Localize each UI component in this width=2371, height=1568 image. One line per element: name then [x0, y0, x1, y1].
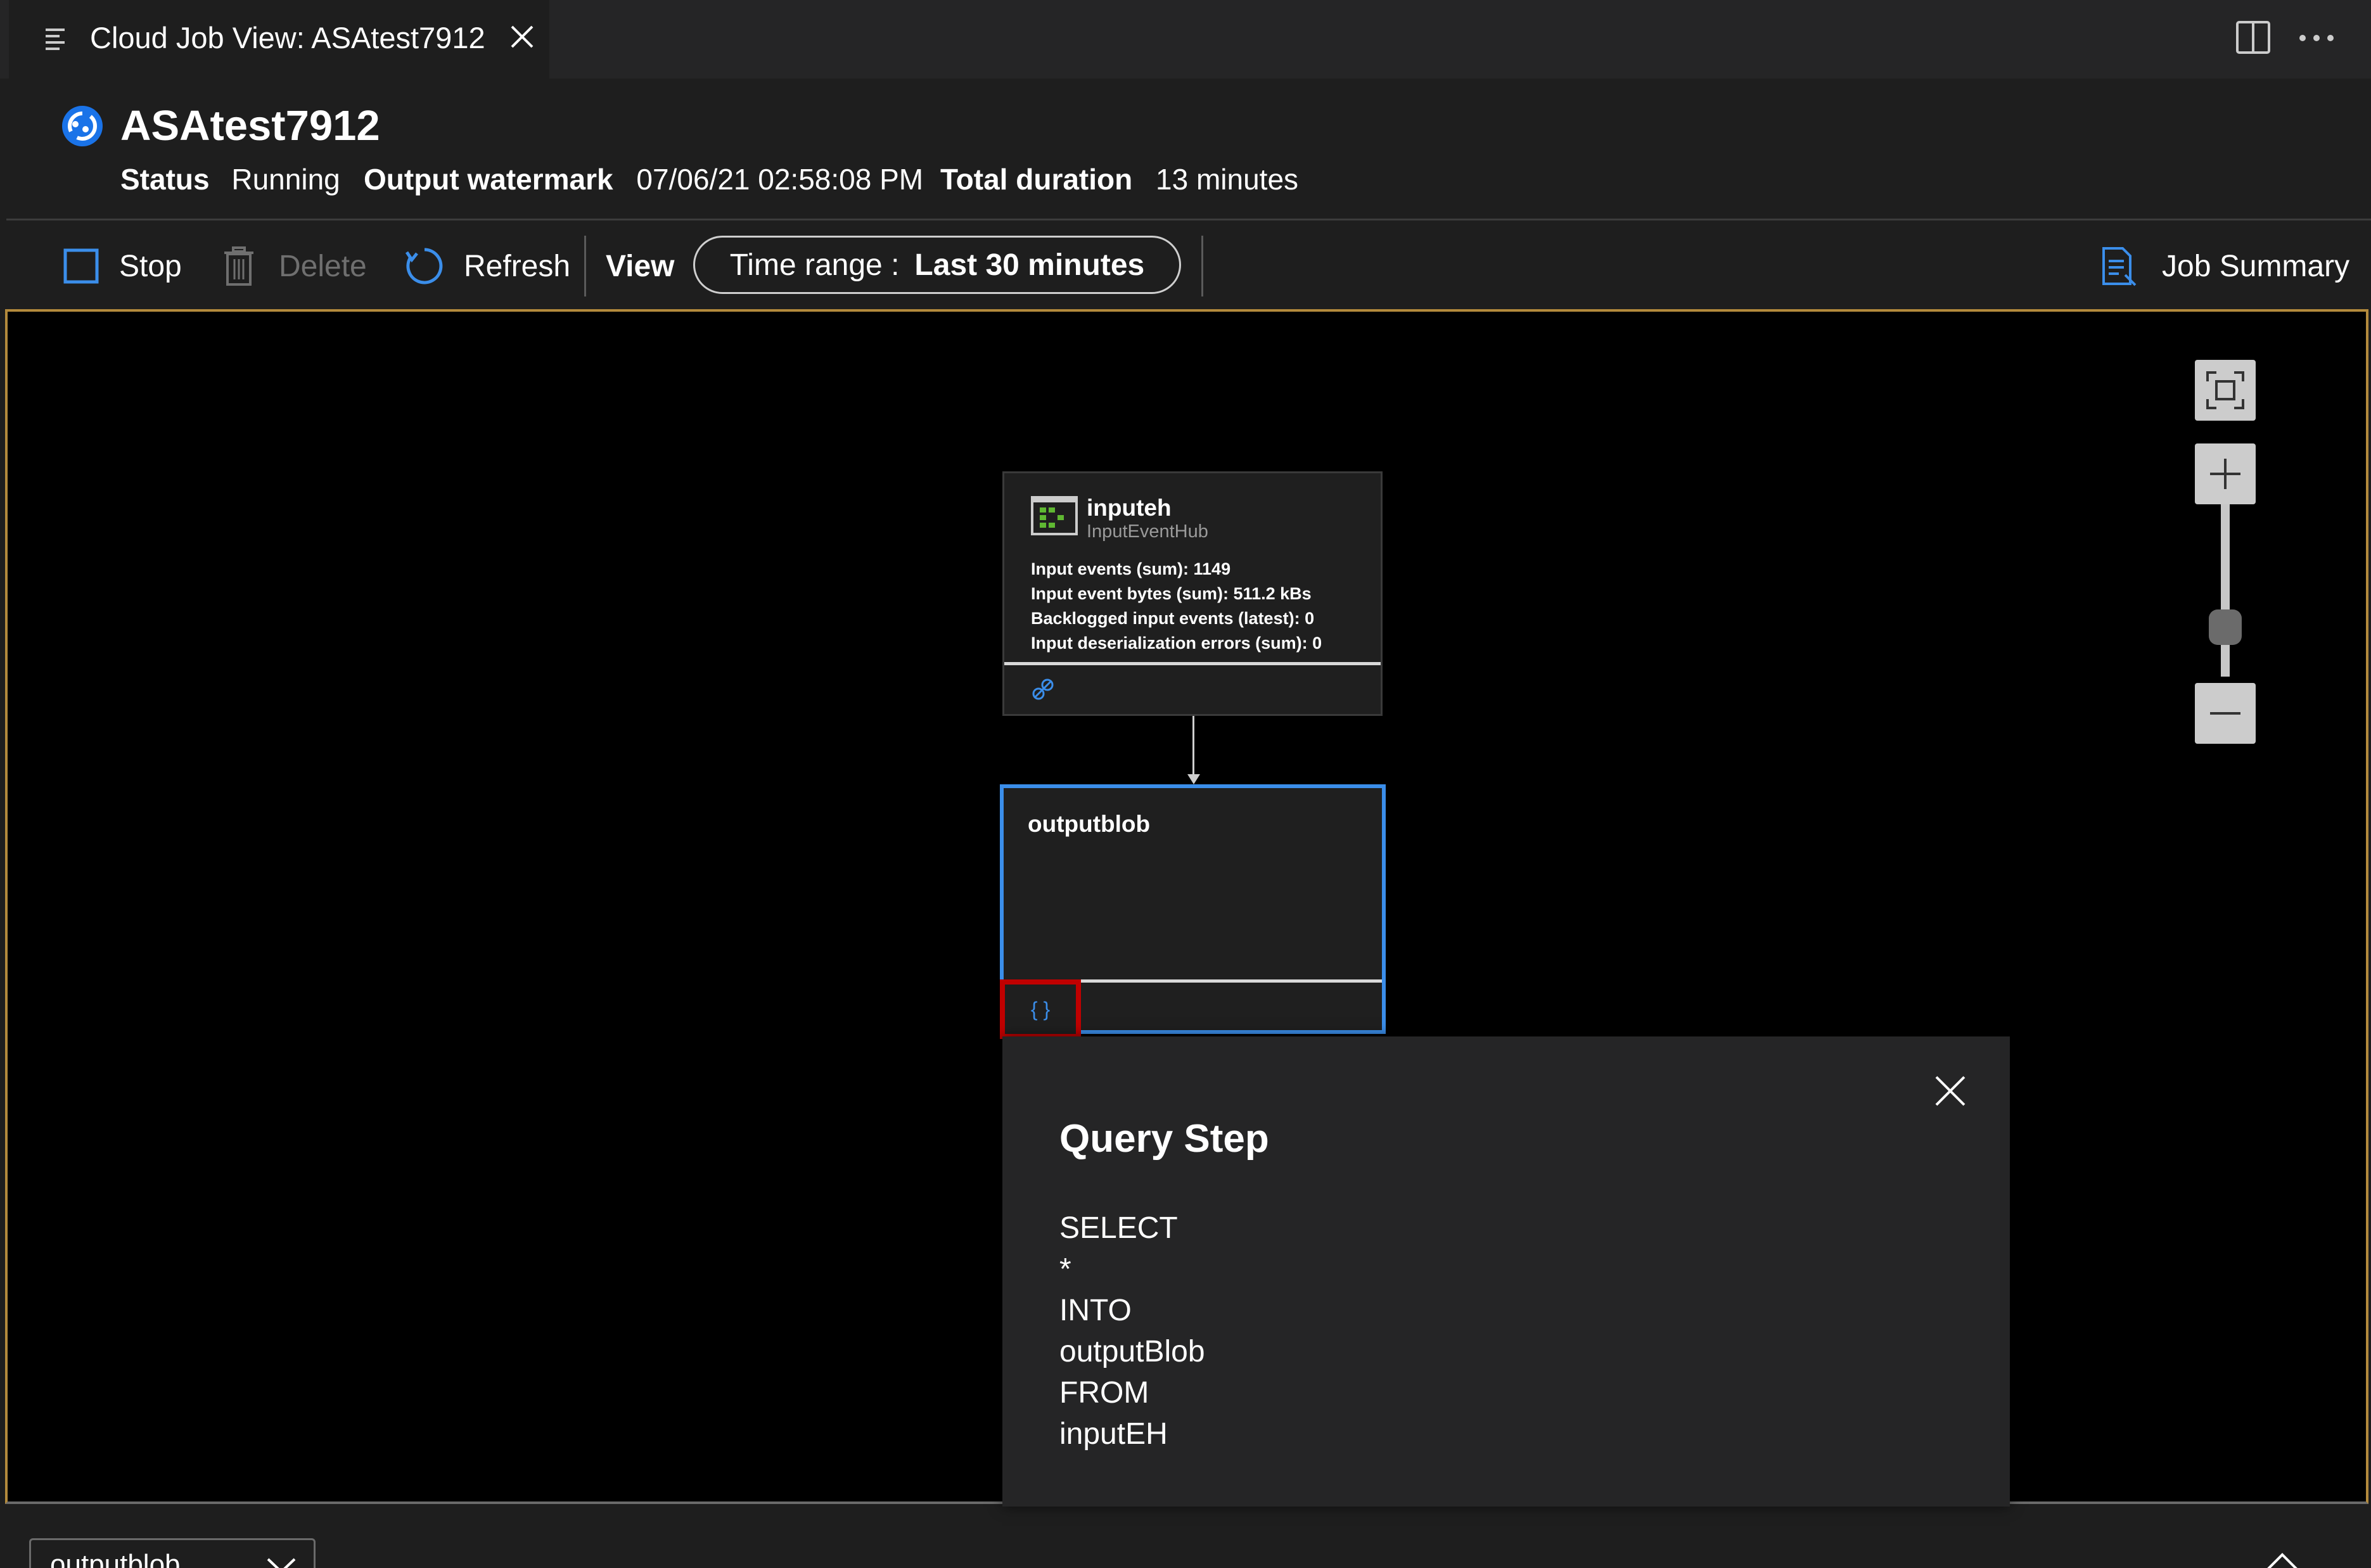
job-summary-label: Job Summary — [2162, 249, 2350, 283]
input-metric: Input events (sum): 1149 — [1031, 559, 1231, 578]
query-step-panel: Query Step SELECT * INTO outputBlob FROM… — [1002, 1036, 2010, 1507]
input-node-name: inputeh — [1087, 495, 1172, 521]
link-icon[interactable] — [1031, 677, 1055, 701]
tab-title: Cloud Job View: ASAtest7912 — [90, 21, 485, 54]
status-value: Running — [231, 163, 340, 196]
time-range-value: Last 30 minutes — [914, 248, 1145, 282]
editor-tab[interactable]: Cloud Job View: ASAtest7912 — [9, 0, 549, 79]
header-divider — [6, 219, 2371, 220]
output-watermark-label: Output watermark — [364, 163, 613, 196]
close-icon[interactable] — [1934, 1074, 1967, 1107]
query-text: SELECT * INTO outputBlob FROM inputEH — [1059, 1208, 1205, 1455]
refresh-button[interactable]: Refresh — [404, 241, 570, 291]
stream-analytics-job-icon — [62, 106, 103, 146]
trash-icon — [224, 246, 253, 286]
connector-arrow — [1187, 774, 1200, 784]
zoom-out-button[interactable] — [2195, 683, 2256, 744]
query-line: inputEH — [1059, 1417, 1168, 1451]
delete-button[interactable]: Delete — [223, 241, 367, 291]
query-line: INTO — [1059, 1294, 1132, 1327]
curly-braces-icon: { } — [1030, 997, 1051, 1021]
time-range-label: Time range : — [729, 248, 900, 282]
stop-label: Stop — [119, 249, 182, 283]
query-line: outputBlob — [1059, 1335, 1205, 1368]
stop-button[interactable]: Stop — [63, 241, 182, 291]
view-label: View — [606, 249, 675, 283]
total-duration-label: Total duration — [940, 163, 1133, 196]
output-watermark-field: Output watermark 07/06/21 02:58:08 PM — [364, 162, 923, 196]
query-step-title: Query Step — [1059, 1117, 1269, 1161]
toolbar-separator — [1201, 236, 1203, 296]
status-label: Status — [120, 163, 210, 196]
output-node-name: outputblob — [1028, 811, 1151, 837]
cloud-job-view: Cloud Job View: ASAtest7912 ASAtest7912 … — [0, 0, 2371, 1568]
fit-to-screen-button[interactable] — [2195, 360, 2256, 421]
total-duration-value: 13 minutes — [1156, 163, 1299, 196]
fit-screen-icon — [2206, 371, 2244, 409]
split-editor-icon[interactable] — [2235, 20, 2271, 54]
zoom-slider-track[interactable] — [2221, 504, 2230, 677]
chevron-down-icon — [267, 1558, 296, 1568]
connector-line — [1192, 716, 1194, 778]
zoom-slider-handle[interactable] — [2209, 609, 2242, 645]
input-node-divider — [1004, 662, 1381, 665]
node-selector-dropdown[interactable]: outputblob — [29, 1538, 316, 1568]
time-range-selector[interactable]: Time range : Last 30 minutes — [693, 236, 1181, 294]
delete-label: Delete — [279, 249, 367, 283]
node-selector-value: outputblob — [50, 1549, 181, 1568]
status-field: Status Running — [120, 162, 340, 196]
query-line: * — [1059, 1252, 1071, 1286]
zoom-in-button[interactable] — [2195, 443, 2256, 504]
job-summary-button[interactable]: Job Summary — [2100, 241, 2349, 291]
query-line: FROM — [1059, 1376, 1149, 1410]
chevron-up-icon[interactable] — [2263, 1551, 2301, 1568]
job-summary-icon — [2102, 247, 2137, 286]
input-node-type: InputEventHub — [1087, 521, 1208, 542]
input-metric: Input deserialization errors (sum): 0 — [1031, 634, 1322, 653]
event-hub-icon — [1031, 496, 1078, 535]
input-metric: Backlogged input events (latest): 0 — [1031, 609, 1315, 628]
query-line: SELECT — [1059, 1211, 1178, 1245]
preview-lines-icon — [46, 29, 65, 50]
input-metric: Input event bytes (sum): 511.2 kBs — [1031, 584, 1312, 603]
close-icon[interactable] — [509, 24, 535, 49]
refresh-label: Refresh — [464, 249, 571, 283]
query-step-button[interactable]: { } — [1000, 979, 1081, 1039]
job-title: ASAtest7912 — [120, 102, 380, 150]
input-node[interactable]: inputeh InputEventHub Input events (sum)… — [1002, 471, 1383, 716]
minus-icon — [2210, 712, 2240, 715]
editor-tab-bar: Cloud Job View: ASAtest7912 — [0, 0, 2371, 79]
total-duration-field: Total duration 13 minutes — [940, 162, 1298, 196]
stop-icon — [63, 248, 99, 284]
toolbar-separator — [584, 236, 586, 296]
more-actions-icon[interactable] — [2298, 19, 2336, 57]
plus-icon — [2210, 459, 2240, 489]
refresh-icon — [405, 248, 443, 284]
output-watermark-value: 07/06/21 02:58:08 PM — [636, 163, 924, 196]
